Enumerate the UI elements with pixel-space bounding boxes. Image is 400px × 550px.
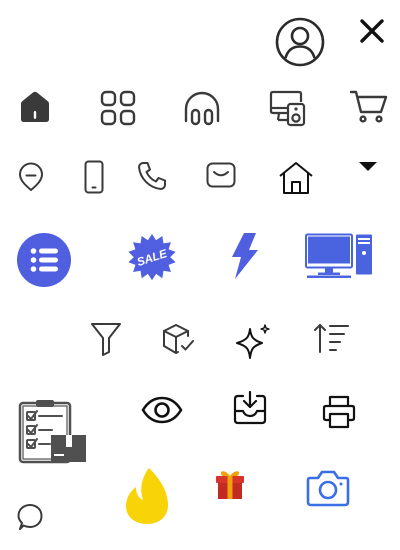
package-check-icon[interactable] [162, 323, 196, 355]
lightning-icon[interactable] [231, 233, 259, 279]
user-avatar-icon[interactable] [275, 17, 325, 67]
clipboard-checklist-icon[interactable] [18, 400, 88, 464]
mobile-phone-icon[interactable] [84, 160, 104, 194]
sale-badge-icon[interactable]: SALE [125, 234, 179, 286]
location-pin-icon[interactable] [18, 162, 44, 192]
camera-icon[interactable] [306, 469, 350, 507]
inbox-message-icon[interactable] [206, 162, 236, 188]
cart-icon[interactable] [349, 90, 388, 124]
eye-icon[interactable] [141, 396, 183, 424]
grid-icon[interactable] [100, 90, 136, 126]
sparkles-icon[interactable] [234, 323, 272, 361]
sort-ascending-icon[interactable] [313, 322, 349, 354]
desktop-computer-icon[interactable] [305, 233, 373, 279]
dropdown-caret-icon[interactable] [358, 161, 378, 173]
phone-icon[interactable] [137, 161, 167, 191]
close-icon[interactable] [360, 19, 384, 43]
home-outline-icon[interactable] [278, 161, 314, 195]
chat-bubble-icon[interactable] [16, 503, 44, 531]
devices-speaker-icon[interactable] [269, 89, 307, 127]
gift-icon[interactable] [214, 468, 246, 500]
download-tray-icon[interactable] [232, 390, 268, 426]
printer-icon[interactable] [322, 395, 356, 429]
list-icon[interactable] [17, 233, 71, 287]
filter-icon[interactable] [90, 322, 122, 356]
home-filled-icon[interactable] [17, 89, 53, 125]
headphones-icon[interactable] [183, 90, 221, 126]
flame-icon[interactable] [124, 467, 170, 525]
